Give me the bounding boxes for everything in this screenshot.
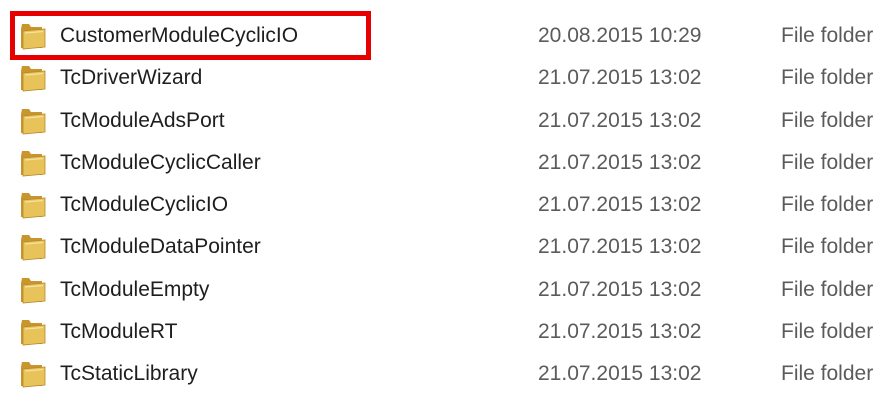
folder-name: TcModuleRT (60, 320, 178, 343)
folder-type: File folder (781, 193, 874, 216)
folder-name: CustomerModuleCyclicIO (60, 24, 299, 47)
folder-row[interactable]: CustomerModuleCyclicIO 20.08.2015 10:29 … (0, 15, 890, 57)
folder-type: File folder (781, 235, 874, 258)
folder-name: TcDriverWizard (60, 66, 203, 89)
folder-row[interactable]: TcModuleEmpty 21.07.2015 13:02 File fold… (0, 269, 890, 311)
folder-date-modified: 20.08.2015 10:29 (538, 24, 702, 47)
folder-icon (21, 151, 46, 177)
folder-date-modified: 21.07.2015 13:02 (538, 320, 702, 343)
folder-icon (21, 193, 46, 219)
folder-icon (21, 24, 46, 50)
folder-date-modified: 21.07.2015 13:02 (538, 151, 702, 174)
folder-name: TcModuleEmpty (60, 278, 210, 301)
folder-icon (21, 362, 46, 388)
folder-name: TcModuleCyclicCaller (60, 151, 261, 174)
folder-name: TcModuleDataPointer (60, 235, 261, 258)
folder-row[interactable]: TcModuleCyclicCaller 21.07.2015 13:02 Fi… (0, 142, 890, 184)
folder-type: File folder (781, 24, 874, 47)
folder-type: File folder (781, 151, 874, 174)
folder-type: File folder (781, 278, 874, 301)
folder-icon (21, 278, 46, 304)
folder-name: TcModuleAdsPort (60, 109, 225, 132)
folder-row[interactable]: TcModuleAdsPort 21.07.2015 13:02 File fo… (0, 100, 890, 142)
folder-date-modified: 21.07.2015 13:02 (538, 235, 702, 258)
folder-type: File folder (781, 109, 874, 132)
folder-row[interactable]: TcModuleDataPointer 21.07.2015 13:02 Fil… (0, 226, 890, 268)
folder-date-modified: 21.07.2015 13:02 (538, 66, 702, 89)
file-list: CustomerModuleCyclicIO 20.08.2015 10:29 … (0, 0, 890, 392)
folder-date-modified: 21.07.2015 13:02 (538, 278, 702, 301)
folder-type: File folder (781, 66, 874, 89)
folder-icon (21, 235, 46, 261)
folder-icon (21, 66, 46, 92)
folder-name: TcStaticLibrary (60, 362, 198, 385)
folder-name: TcModuleCyclicIO (60, 193, 229, 216)
folder-row[interactable]: TcModuleCyclicIO 21.07.2015 13:02 File f… (0, 184, 890, 226)
folder-row[interactable]: TcStaticLibrary 21.07.2015 13:02 File fo… (0, 353, 890, 395)
folder-type: File folder (781, 362, 874, 385)
folder-date-modified: 21.07.2015 13:02 (538, 193, 702, 216)
folder-icon (21, 109, 46, 135)
folder-type: File folder (781, 320, 874, 343)
folder-date-modified: 21.07.2015 13:02 (538, 109, 702, 132)
folder-row[interactable]: TcDriverWizard 21.07.2015 13:02 File fol… (0, 57, 890, 99)
folder-icon (21, 320, 46, 346)
folder-row[interactable]: TcModuleRT 21.07.2015 13:02 File folder (0, 311, 890, 353)
folder-date-modified: 21.07.2015 13:02 (538, 362, 702, 385)
